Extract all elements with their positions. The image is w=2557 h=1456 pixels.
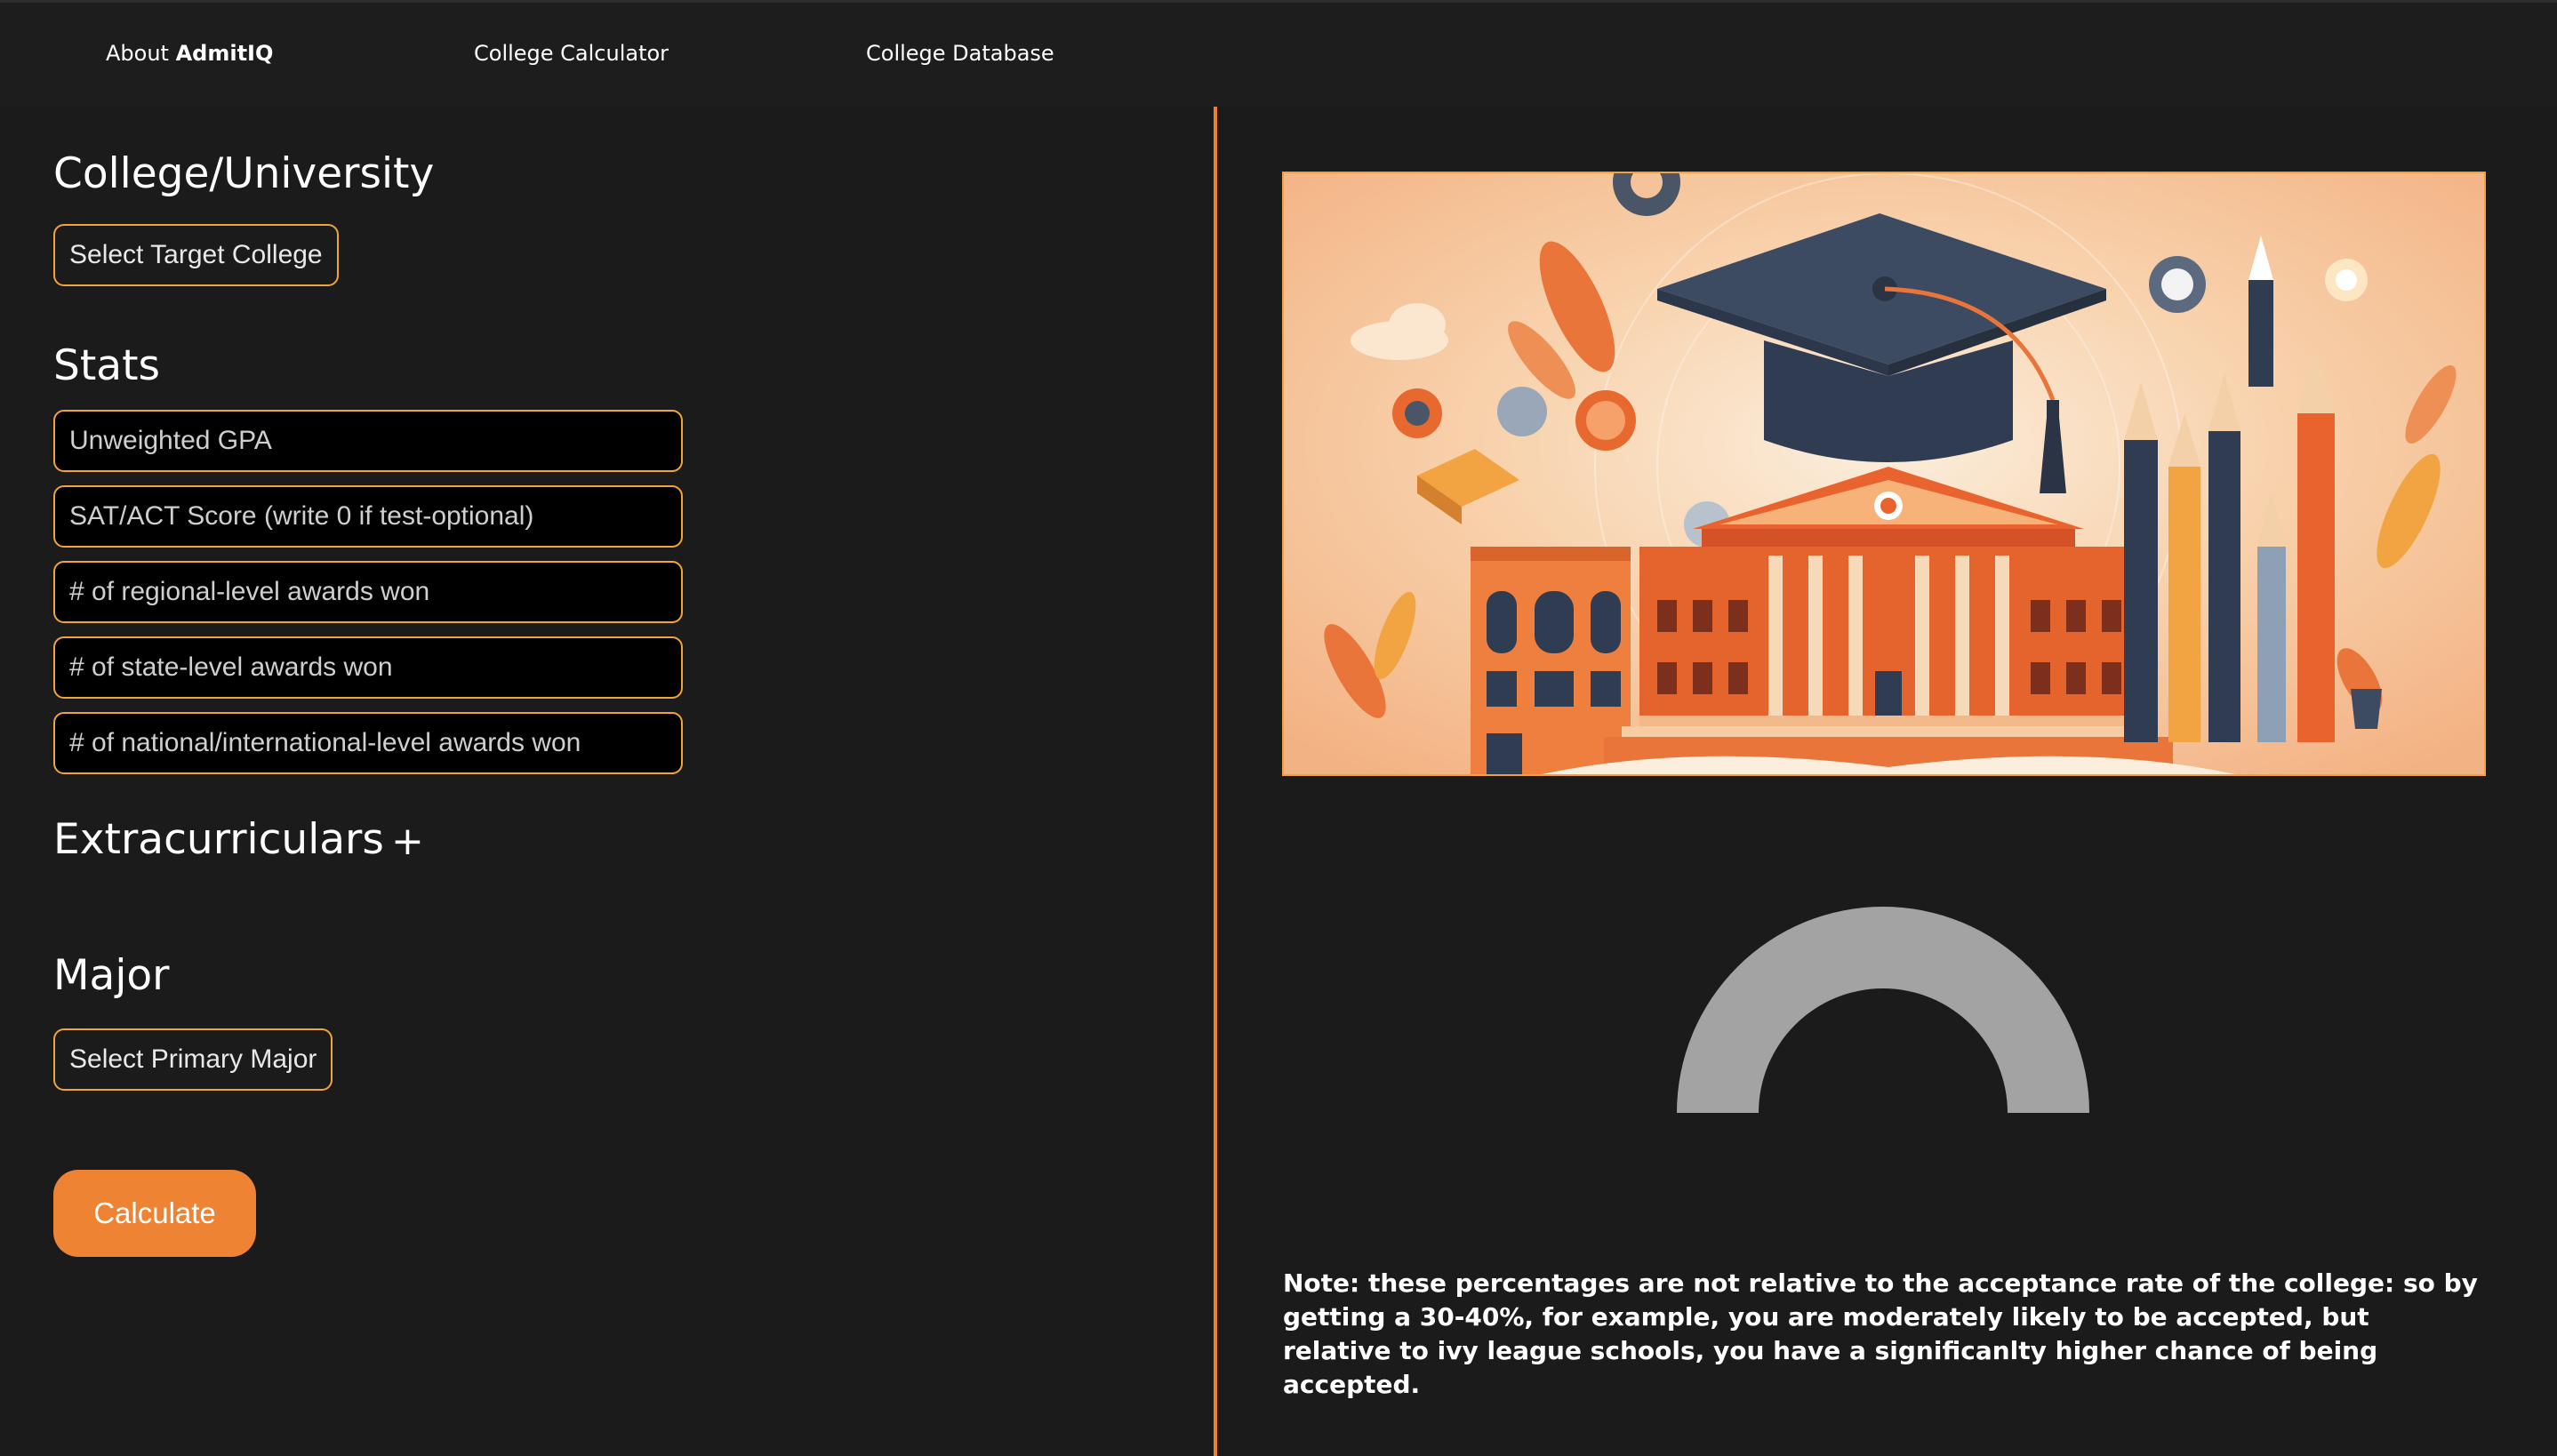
nav-about-brand: AdmitIQ	[175, 41, 274, 66]
calculate-button[interactable]: Calculate	[53, 1170, 256, 1257]
hero-graduation-illustration	[1282, 172, 2486, 776]
select-primary-major-button[interactable]: Select Primary Major	[53, 1028, 333, 1091]
nav-about-link[interactable]: About AdmitIQ	[106, 41, 273, 66]
state-awards-input[interactable]	[53, 636, 683, 699]
nav-college-calculator-link[interactable]: College Calculator	[474, 41, 669, 66]
top-navbar: About AdmitIQ College Calculator College…	[0, 0, 2557, 107]
unweighted-gpa-input[interactable]	[53, 410, 683, 472]
nav-college-database-link[interactable]: College Database	[866, 41, 1054, 66]
graduation-illustration-image	[1284, 173, 2484, 774]
nav-about-prefix: About	[106, 41, 176, 66]
add-extracurricular-plus-icon[interactable]: +	[391, 820, 424, 864]
admission-chance-gauge	[1677, 907, 2089, 1113]
stats-section-title: Stats	[53, 341, 160, 390]
sat-act-score-input[interactable]	[53, 485, 683, 548]
regional-awards-input[interactable]	[53, 561, 683, 623]
major-section-title: Major	[53, 951, 170, 1000]
college-section-title: College/University	[53, 149, 435, 198]
select-target-college-button[interactable]: Select Target College	[53, 224, 339, 286]
national-awards-input[interactable]	[53, 712, 683, 774]
extracurriculars-section-title: Extracurriculars	[53, 815, 384, 864]
percentage-note-text: Note: these percentages are not relative…	[1283, 1268, 2478, 1399]
